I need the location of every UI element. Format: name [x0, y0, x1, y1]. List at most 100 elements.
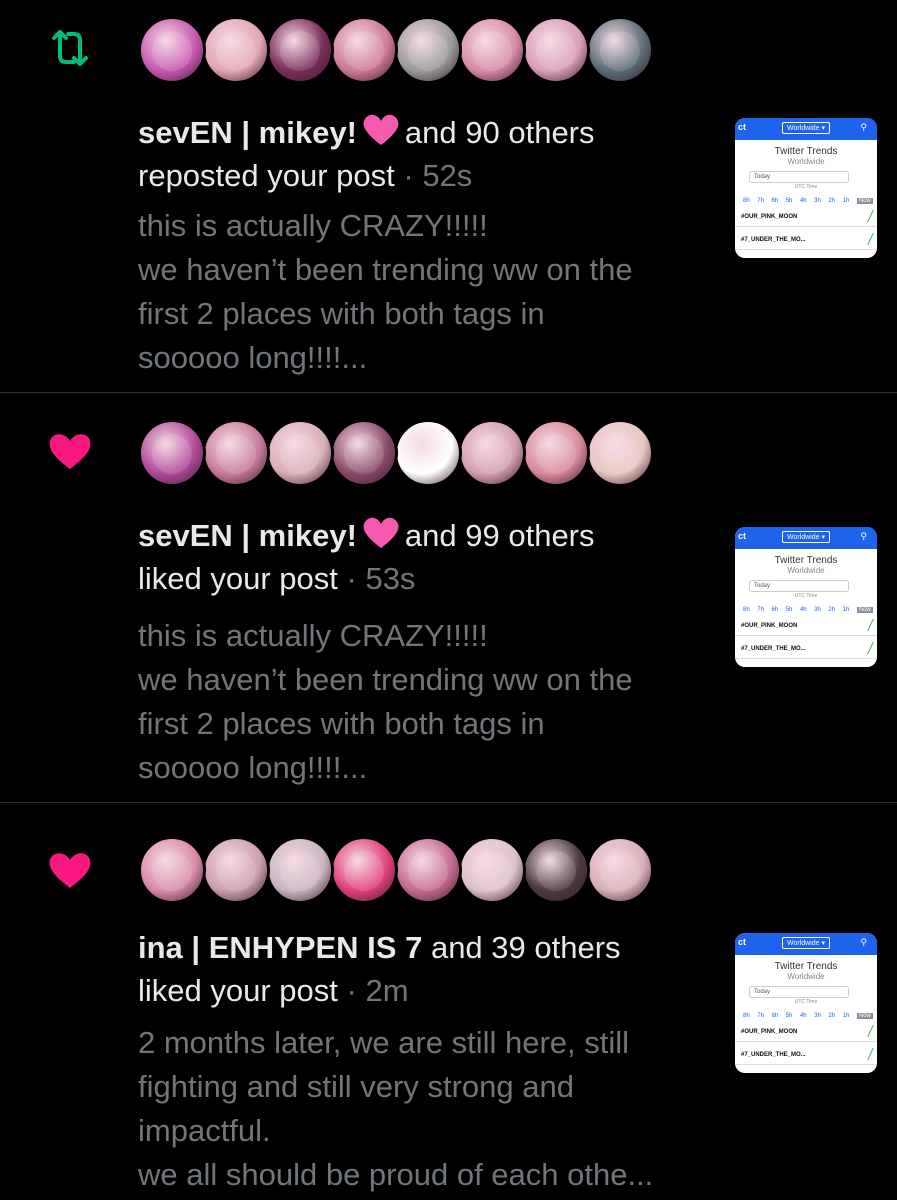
- others-count: and 90 others: [404, 115, 595, 150]
- thumb-hour: 6h: [771, 198, 779, 204]
- thumb-region-select: Worldwide ▾: [782, 122, 831, 134]
- thumb-date: Today: [749, 171, 849, 183]
- avatar[interactable]: [394, 16, 462, 84]
- thumb-hour: 5h: [785, 607, 793, 613]
- post-thumbnail[interactable]: ct Worldwide ▾ ⚲ Twitter Trends Worldwide Tod…: [735, 118, 877, 258]
- avatar[interactable]: [586, 419, 654, 487]
- timestamp: · 2m: [346, 973, 409, 1008]
- avatar[interactable]: [138, 836, 206, 904]
- thumb-hour: 7h: [757, 198, 764, 204]
- post-thumbnail[interactable]: ct Worldwide ▾ ⚲ Twitter Trends Worldwide Tod…: [735, 527, 877, 667]
- thumb-hour: 3h: [814, 198, 821, 204]
- user-name[interactable]: sevEN | mikey!: [138, 115, 357, 150]
- thumb-trend-row: #7_UNDER_THE_MO...: [735, 1048, 877, 1065]
- thumb-trend-row: #7_UNDER_THE_MO...: [735, 233, 877, 250]
- avatar[interactable]: [394, 836, 462, 904]
- avatar[interactable]: [202, 16, 270, 84]
- user-name[interactable]: ina | ENHYPEN IS 7: [138, 930, 422, 965]
- avatar[interactable]: [330, 16, 398, 84]
- sparkline: [857, 1048, 874, 1060]
- action-text: reposted your post: [138, 158, 395, 193]
- heart-icon: [49, 434, 91, 469]
- avatar-row: [138, 16, 654, 84]
- search-icon: ⚲: [860, 122, 867, 132]
- avatar[interactable]: [458, 419, 526, 487]
- thumb-hour: 2h: [828, 1013, 836, 1019]
- notification-like[interactable]: ina | ENHYPEN IS 7 and 39 others liked y…: [0, 803, 897, 1200]
- avatar-row: [138, 836, 654, 904]
- thumb-hour: 5h: [785, 1013, 793, 1019]
- thumb-trend-label: #7_UNDER_THE_MO...: [741, 1052, 806, 1058]
- thumb-subtitle: Worldwide: [787, 566, 825, 575]
- thumb-date: Today: [749, 986, 849, 998]
- thumb-utc: UTC Time: [794, 184, 818, 190]
- sparkline: [857, 1025, 874, 1037]
- notification-repost[interactable]: sevEN | mikey! and 90 others reposted you…: [0, 0, 897, 393]
- timestamp: · 52s: [403, 158, 473, 193]
- thumb-hour: 2h: [828, 198, 836, 204]
- thumb-title: Twitter Trends: [774, 555, 838, 566]
- thumb-utc: UTC Time: [794, 593, 818, 599]
- thumb-hour: Now: [856, 607, 873, 613]
- thumb-hours: 8h 7h 6h 5h 4h 3h 2h 1h Now: [735, 196, 877, 204]
- avatar[interactable]: [458, 16, 526, 84]
- thumb-hour: 4h: [799, 607, 807, 613]
- avatar[interactable]: [522, 419, 590, 487]
- thumb-trend-label: #7_UNDER_THE_MO...: [741, 237, 806, 243]
- thumb-hour: Now: [856, 198, 873, 204]
- avatar[interactable]: [202, 419, 270, 487]
- thumb-hour: 8h: [743, 1013, 750, 1019]
- thumb-hour: Now: [856, 1013, 873, 1019]
- thumb-header: ct Worldwide ▾ ⚲: [735, 118, 877, 140]
- thumb-hour: 6h: [771, 1013, 779, 1019]
- avatar[interactable]: [266, 836, 334, 904]
- thumb-hour: 1h: [842, 1013, 850, 1019]
- avatar[interactable]: [458, 836, 526, 904]
- action-text: liked your post: [138, 973, 338, 1008]
- user-name[interactable]: sevEN | mikey!: [138, 518, 357, 553]
- avatar[interactable]: [330, 419, 398, 487]
- avatar[interactable]: [394, 419, 462, 487]
- thumb-title: Twitter Trends: [774, 961, 838, 972]
- thumb-trend-label: #OUR_PINK_MOON: [741, 1029, 798, 1035]
- thumb-fragment: ct: [738, 122, 747, 132]
- thumb-hour: 7h: [757, 607, 764, 613]
- avatar[interactable]: [330, 836, 398, 904]
- thumb-hour: 6h: [771, 607, 779, 613]
- avatar[interactable]: [138, 419, 206, 487]
- post-preview-text: this is actually CRAZY!!!!! we haven’t b…: [138, 618, 633, 785]
- avatar[interactable]: [266, 419, 334, 487]
- thumb-title: Twitter Trends: [774, 146, 838, 157]
- thumb-trend-label: #OUR_PINK_MOON: [741, 623, 798, 629]
- thumb-hours: 8h 7h 6h 5h 4h 3h 2h 1h Now: [735, 1011, 877, 1019]
- thumb-hour: 3h: [814, 607, 821, 613]
- notification-like[interactable]: sevEN | mikey! and 99 others liked your p…: [0, 393, 897, 803]
- search-icon: ⚲: [860, 937, 867, 947]
- pink-heart-emoji: [363, 517, 399, 548]
- avatar[interactable]: [522, 16, 590, 84]
- thumb-hour: 1h: [842, 198, 850, 204]
- notification-headline: sevEN | mikey! and 90 others reposted you…: [138, 111, 708, 197]
- thumb-hour: 2h: [828, 607, 836, 613]
- thumb-date: Today: [749, 580, 849, 592]
- pink-heart-emoji: [363, 114, 399, 145]
- thumb-region-select: Worldwide ▾: [782, 531, 831, 543]
- sparkline: [857, 210, 874, 222]
- avatar[interactable]: [522, 836, 590, 904]
- avatar[interactable]: [266, 16, 334, 84]
- avatar-row: [138, 419, 654, 487]
- thumb-utc: UTC Time: [794, 999, 818, 1005]
- avatar[interactable]: [202, 836, 270, 904]
- thumb-hour: 5h: [785, 198, 793, 204]
- thumb-hour: 3h: [814, 1013, 821, 1019]
- thumb-subtitle: Worldwide: [787, 157, 825, 166]
- avatar[interactable]: [138, 16, 206, 84]
- post-thumbnail[interactable]: ct Worldwide ▾ ⚲ Twitter Trends Worldwide Tod…: [735, 933, 877, 1073]
- avatar[interactable]: [586, 836, 654, 904]
- thumb-header: ct Worldwide ▾ ⚲: [735, 527, 877, 549]
- thumb-subtitle: Worldwide: [787, 972, 825, 981]
- others-count: and 39 others: [430, 930, 621, 965]
- thumb-hour: 8h: [743, 198, 750, 204]
- thumb-trend-label: #OUR_PINK_MOON: [741, 214, 798, 220]
- avatar[interactable]: [586, 16, 654, 84]
